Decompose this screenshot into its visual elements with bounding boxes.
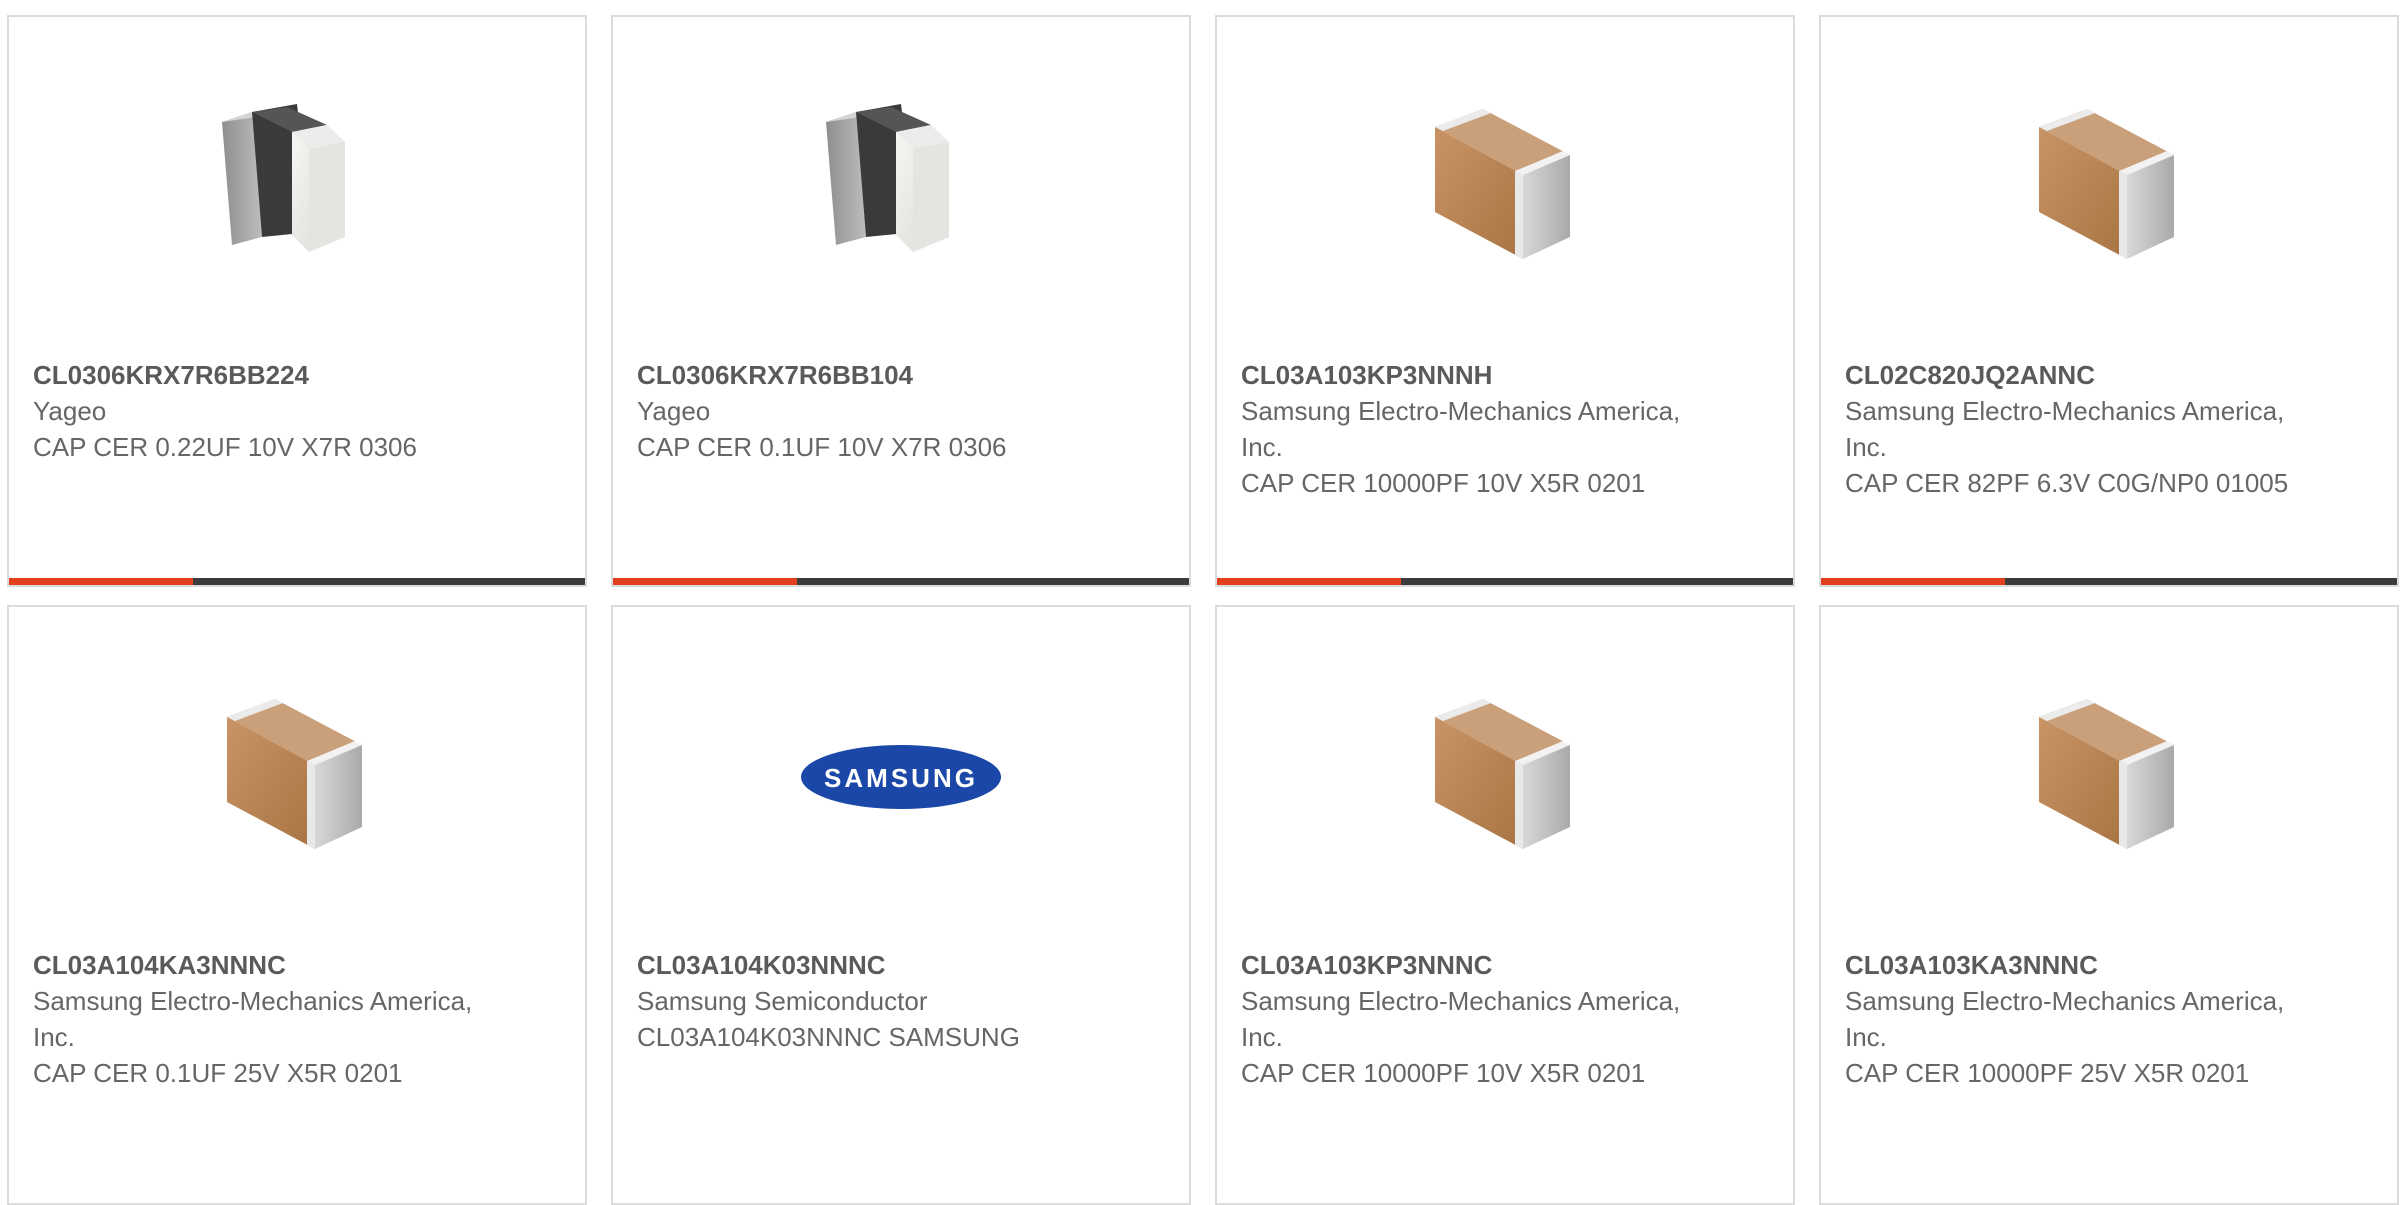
product-image[interactable] [2009,87,2209,287]
description: CAP CER 10000PF 10V X5R 0201 [1241,468,1646,498]
manufacturer: Samsung Electro-Mechanics America, Inc. [1845,396,2285,462]
capacitor-brown-icon [2039,699,2174,849]
manufacturer: Yageo [33,396,107,426]
part-number[interactable]: CL0306KRX7R6BB224 [33,357,493,393]
capacitor-brown-icon [227,699,362,849]
part-number[interactable]: CL02C820JQ2ANNC [1845,357,2305,393]
description: CAP CER 0.1UF 10V X7R 0306 [637,432,1007,462]
capacitor-brown-icon [1435,699,1570,849]
part-number[interactable]: CL0306KRX7R6BB104 [637,357,1097,393]
product-info: CL02C820JQ2ANNC Samsung Electro-Mechanics… [1845,357,2305,501]
manufacturer: Samsung Electro-Mechanics America, Inc. [33,986,473,1052]
manufacturer: Samsung Semiconductor [637,986,928,1016]
product-card[interactable]: CL02C820JQ2ANNC Samsung Electro-Mechanics… [1819,15,2399,587]
progress-fill [9,578,194,585]
product-info: CL03A104K03NNNC Samsung Semiconductor CL03… [637,947,1097,1055]
product-card[interactable]: CL03A103KP3NNNH Samsung Electro-Mechanics… [1215,15,1795,587]
product-card[interactable]: CL03A103KA3NNNC Samsung Electro-Mechanics… [1819,605,2399,1205]
description: CAP CER 82PF 6.3V C0G/NP0 01005 [1845,468,2289,498]
capacitor-brown-icon [2039,109,2174,259]
manufacturer: Samsung Electro-Mechanics America, Inc. [1241,986,1681,1052]
progress-bar [1821,578,2397,585]
progress-bar [9,578,585,585]
product-card[interactable]: CL0306KRX7R6BB104 Yageo CAP CER 0.1UF 10V … [611,15,1191,587]
description: CAP CER 0.1UF 25V X5R 0201 [33,1058,403,1088]
part-number[interactable]: CL03A103KA3NNNC [1845,947,2305,983]
product-info: CL03A103KP3NNNC Samsung Electro-Mechanics… [1241,947,1701,1091]
product-card[interactable]: CL03A103KP3NNNC Samsung Electro-Mechanics… [1215,605,1795,1205]
product-image[interactable] [197,87,397,287]
samsung-logo-text: SAMSUNG [824,763,978,793]
product-image[interactable] [197,677,397,877]
product-card[interactable]: SAMSUNG CL03A104K03NNNC Samsung Semicondu… [611,605,1191,1205]
samsung-logo[interactable]: SAMSUNG [801,677,1001,877]
progress-fill [613,578,798,585]
description: CAP CER 0.22UF 10V X7R 0306 [33,432,417,462]
description: CAP CER 10000PF 10V X5R 0201 [1241,1058,1646,1088]
part-number[interactable]: CL03A103KP3NNNC [1241,947,1701,983]
product-image[interactable] [801,87,1001,287]
progress-fill [1821,578,2006,585]
product-info: CL03A103KP3NNNH Samsung Electro-Mechanics… [1241,357,1701,501]
product-info: CL0306KRX7R6BB104 Yageo CAP CER 0.1UF 10V … [637,357,1097,465]
product-image[interactable] [1405,87,1605,287]
product-image[interactable] [1405,677,1605,877]
progress-bar [613,578,1189,585]
samsung-logo: SAMSUNG [801,745,1001,809]
product-card[interactable]: CL0306KRX7R6BB224 Yageo CAP CER 0.22UF 10V… [7,15,587,587]
part-number[interactable]: CL03A104KA3NNNC [33,947,493,983]
progress-bar [1217,578,1793,585]
manufacturer: Yageo [637,396,711,426]
product-card[interactable]: CL03A104KA3NNNC Samsung Electro-Mechanics… [7,605,587,1205]
product-info: CL03A104KA3NNNC Samsung Electro-Mechanics… [33,947,493,1091]
capacitor-brown-icon [1435,109,1570,259]
part-number[interactable]: CL03A103KP3NNNH [1241,357,1701,393]
description: CAP CER 10000PF 25V X5R 0201 [1845,1058,2250,1088]
capacitor-dark-band-icon [826,104,949,252]
product-grid: CL0306KRX7R6BB224 Yageo CAP CER 0.22UF 10V… [7,15,2400,1205]
product-info: CL0306KRX7R6BB224 Yageo CAP CER 0.22UF 10V… [33,357,493,465]
capacitor-dark-band-icon [222,104,345,252]
manufacturer: Samsung Electro-Mechanics America, Inc. [1241,396,1681,462]
description: CL03A104K03NNNC SAMSUNG [637,1022,1020,1052]
product-info: CL03A103KA3NNNC Samsung Electro-Mechanics… [1845,947,2305,1091]
part-number[interactable]: CL03A104K03NNNC [637,947,1097,983]
progress-fill [1217,578,1402,585]
manufacturer: Samsung Electro-Mechanics America, Inc. [1845,986,2285,1052]
product-image[interactable] [2009,677,2209,877]
